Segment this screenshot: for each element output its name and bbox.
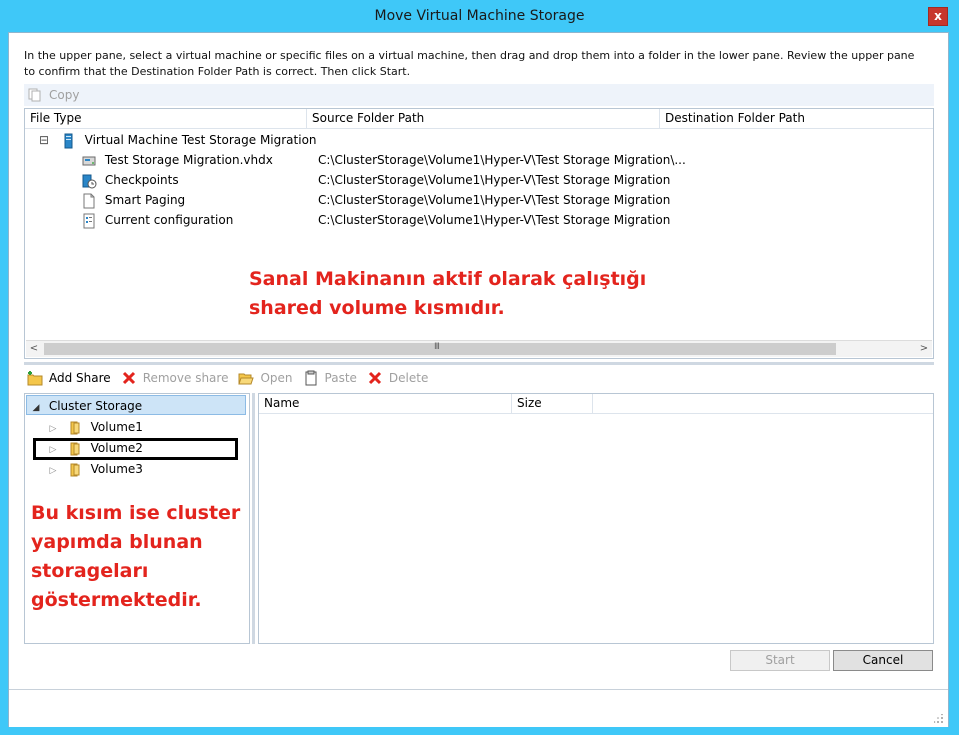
tree-root-label: Virtual Machine Test Storage Migration bbox=[84, 133, 317, 147]
dialog-window: Move Virtual Machine Storage x In the up… bbox=[0, 0, 959, 735]
red-x-icon bbox=[121, 370, 137, 386]
pane-splitter[interactable] bbox=[24, 362, 934, 365]
scroll-thumb[interactable]: III bbox=[44, 342, 836, 355]
tree-item-label: Checkpoints bbox=[104, 173, 179, 187]
tree-root-row[interactable]: ⊟ Virtual Machine Test Storage Migration bbox=[39, 130, 317, 150]
tree-item-label: Test Storage Migration.vhdx bbox=[104, 153, 273, 167]
open-folder-icon bbox=[238, 370, 255, 386]
remove-share-label: Remove share bbox=[142, 371, 229, 385]
start-button[interactable]: Start bbox=[730, 650, 830, 671]
column-destination-folder-path[interactable]: Destination Folder Path bbox=[660, 109, 935, 128]
upper-horizontal-scrollbar[interactable]: < III > bbox=[26, 340, 932, 357]
delete-label: Delete bbox=[388, 371, 429, 385]
annotation-lower-line: yapımda blunan bbox=[31, 531, 203, 553]
cancel-button[interactable]: Cancel bbox=[833, 650, 933, 671]
tree-node-label: Volume1 bbox=[90, 420, 143, 434]
checkpoint-icon bbox=[81, 173, 97, 189]
paste-icon bbox=[303, 370, 319, 386]
annotation-lower-line: göstermektedir. bbox=[31, 589, 202, 611]
folder-icon bbox=[67, 420, 83, 436]
add-share-button[interactable]: Add Share bbox=[27, 370, 111, 386]
instructions-text: In the upper pane, select a virtual mach… bbox=[24, 49, 915, 78]
lower-toolbar: Add Share Remove share Open Paste Delete bbox=[24, 367, 934, 389]
vertical-splitter[interactable] bbox=[252, 393, 255, 644]
tree-item-smart-paging[interactable]: Smart Paging bbox=[81, 190, 185, 210]
annotation-lower: Bu kısım ise cluster yapımda blunan stor… bbox=[31, 499, 240, 615]
upper-toolbar: Copy bbox=[24, 84, 934, 106]
tree-item-checkpoints[interactable]: Checkpoints bbox=[81, 170, 179, 190]
column-file-type[interactable]: File Type bbox=[25, 109, 307, 128]
copy-icon bbox=[27, 87, 43, 103]
scroll-left-icon[interactable]: < bbox=[28, 342, 40, 356]
column-name[interactable]: Name bbox=[259, 394, 512, 413]
file-list-pane: Name Size bbox=[258, 393, 934, 644]
source-path-cell: C:\ClusterStorage\Volume1\Hyper-V\Test S… bbox=[318, 173, 671, 187]
tree-node-volume3[interactable]: ▷ Volume3 bbox=[43, 459, 143, 479]
annotation-lower-line: storageları bbox=[31, 560, 149, 582]
window-title: Move Virtual Machine Storage bbox=[374, 8, 585, 24]
annotation-lower-line: Bu kısım ise cluster bbox=[31, 502, 241, 524]
paste-button[interactable]: Paste bbox=[303, 370, 357, 386]
tree-node-volume1[interactable]: ▷ Volume1 bbox=[43, 417, 143, 437]
copy-label: Copy bbox=[49, 88, 80, 102]
scroll-right-icon[interactable]: > bbox=[918, 342, 930, 356]
tree-node-cluster-storage[interactable]: ◢ Cluster Storage bbox=[26, 395, 246, 415]
column-size[interactable]: Size bbox=[512, 394, 593, 413]
tree-item-current-configuration[interactable]: Current configuration bbox=[81, 210, 233, 230]
source-path-cell: C:\ClusterStorage\Volume1\Hyper-V\Test S… bbox=[318, 213, 671, 227]
collapse-icon[interactable]: ⊟ bbox=[39, 130, 57, 150]
status-bar bbox=[9, 689, 948, 727]
annotation-upper-line: shared volume kısmıdır. bbox=[249, 297, 505, 319]
column-source-folder-path[interactable]: Source Folder Path bbox=[307, 109, 660, 128]
close-button[interactable]: x bbox=[928, 7, 948, 26]
open-button[interactable]: Open bbox=[238, 370, 293, 386]
source-path-cell: C:\ClusterStorage\Volume1\Hyper-V\Test S… bbox=[318, 153, 686, 167]
tree-node-label: Cluster Storage bbox=[48, 399, 143, 413]
upper-pane-header: File Type Source Folder Path Destination… bbox=[25, 109, 933, 129]
file-list-header: Name Size bbox=[259, 394, 933, 414]
disk-icon bbox=[81, 153, 97, 169]
annotation-upper: Sanal Makinanın aktif olarak çalıştığı s… bbox=[249, 265, 646, 323]
annotation-highlight-box bbox=[33, 438, 238, 460]
remove-share-button[interactable]: Remove share bbox=[121, 370, 229, 386]
copy-button[interactable]: Copy bbox=[27, 87, 79, 103]
folder-icon bbox=[67, 462, 83, 478]
tree-item-label: Current configuration bbox=[104, 213, 234, 227]
source-path-cell: C:\ClusterStorage\Volume1\Hyper-V\Test S… bbox=[318, 193, 671, 207]
tree-item-vhdx[interactable]: Test Storage Migration.vhdx bbox=[81, 150, 273, 170]
add-share-icon bbox=[27, 370, 43, 386]
annotation-upper-line: Sanal Makinanın aktif olarak çalıştığı bbox=[249, 268, 647, 290]
red-x-icon bbox=[367, 370, 383, 386]
paste-label: Paste bbox=[324, 371, 357, 385]
collapsed-triangle-icon[interactable]: ▷ bbox=[43, 419, 63, 439]
collapsed-triangle-icon[interactable]: ▷ bbox=[43, 461, 63, 481]
expanded-triangle-icon[interactable]: ◢ bbox=[27, 398, 45, 418]
virtual-machine-icon bbox=[61, 133, 77, 149]
tree-node-label: Volume3 bbox=[90, 462, 143, 476]
document-icon bbox=[81, 193, 97, 209]
resize-grip-icon[interactable] bbox=[933, 713, 944, 723]
add-share-label: Add Share bbox=[49, 371, 111, 385]
scroll-grip: III bbox=[434, 342, 440, 352]
config-icon bbox=[81, 213, 97, 229]
dialog-client-area: In the upper pane, select a virtual mach… bbox=[8, 32, 949, 727]
delete-button[interactable]: Delete bbox=[367, 370, 428, 386]
tree-item-label: Smart Paging bbox=[104, 193, 186, 207]
open-label: Open bbox=[260, 371, 293, 385]
